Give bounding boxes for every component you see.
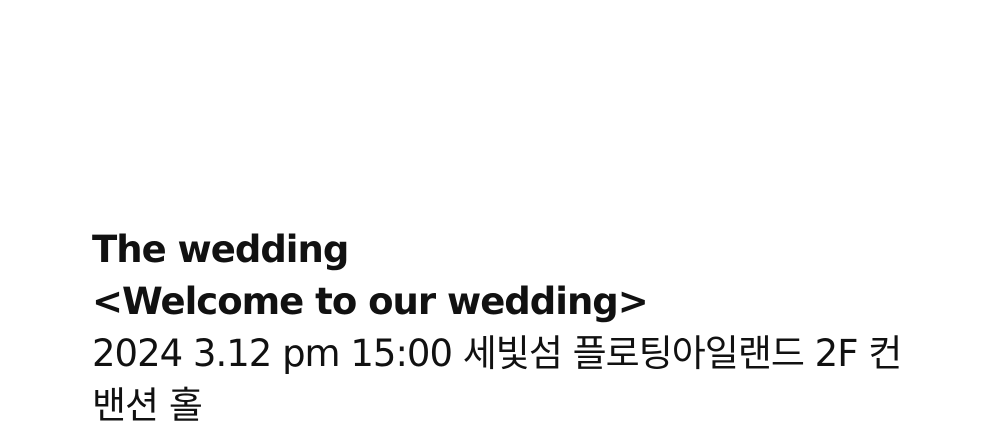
invitation-title: The wedding [92,228,349,271]
invitation-text-block: The wedding <Welcome to our wedding> 202… [92,224,972,432]
event-details: 2024 3.12 pm 15:00 세빛섬 플로팅아일랜드 2F 컨밴션 홀 [92,332,902,427]
invitation-subtitle: <Welcome to our wedding> [92,280,649,323]
